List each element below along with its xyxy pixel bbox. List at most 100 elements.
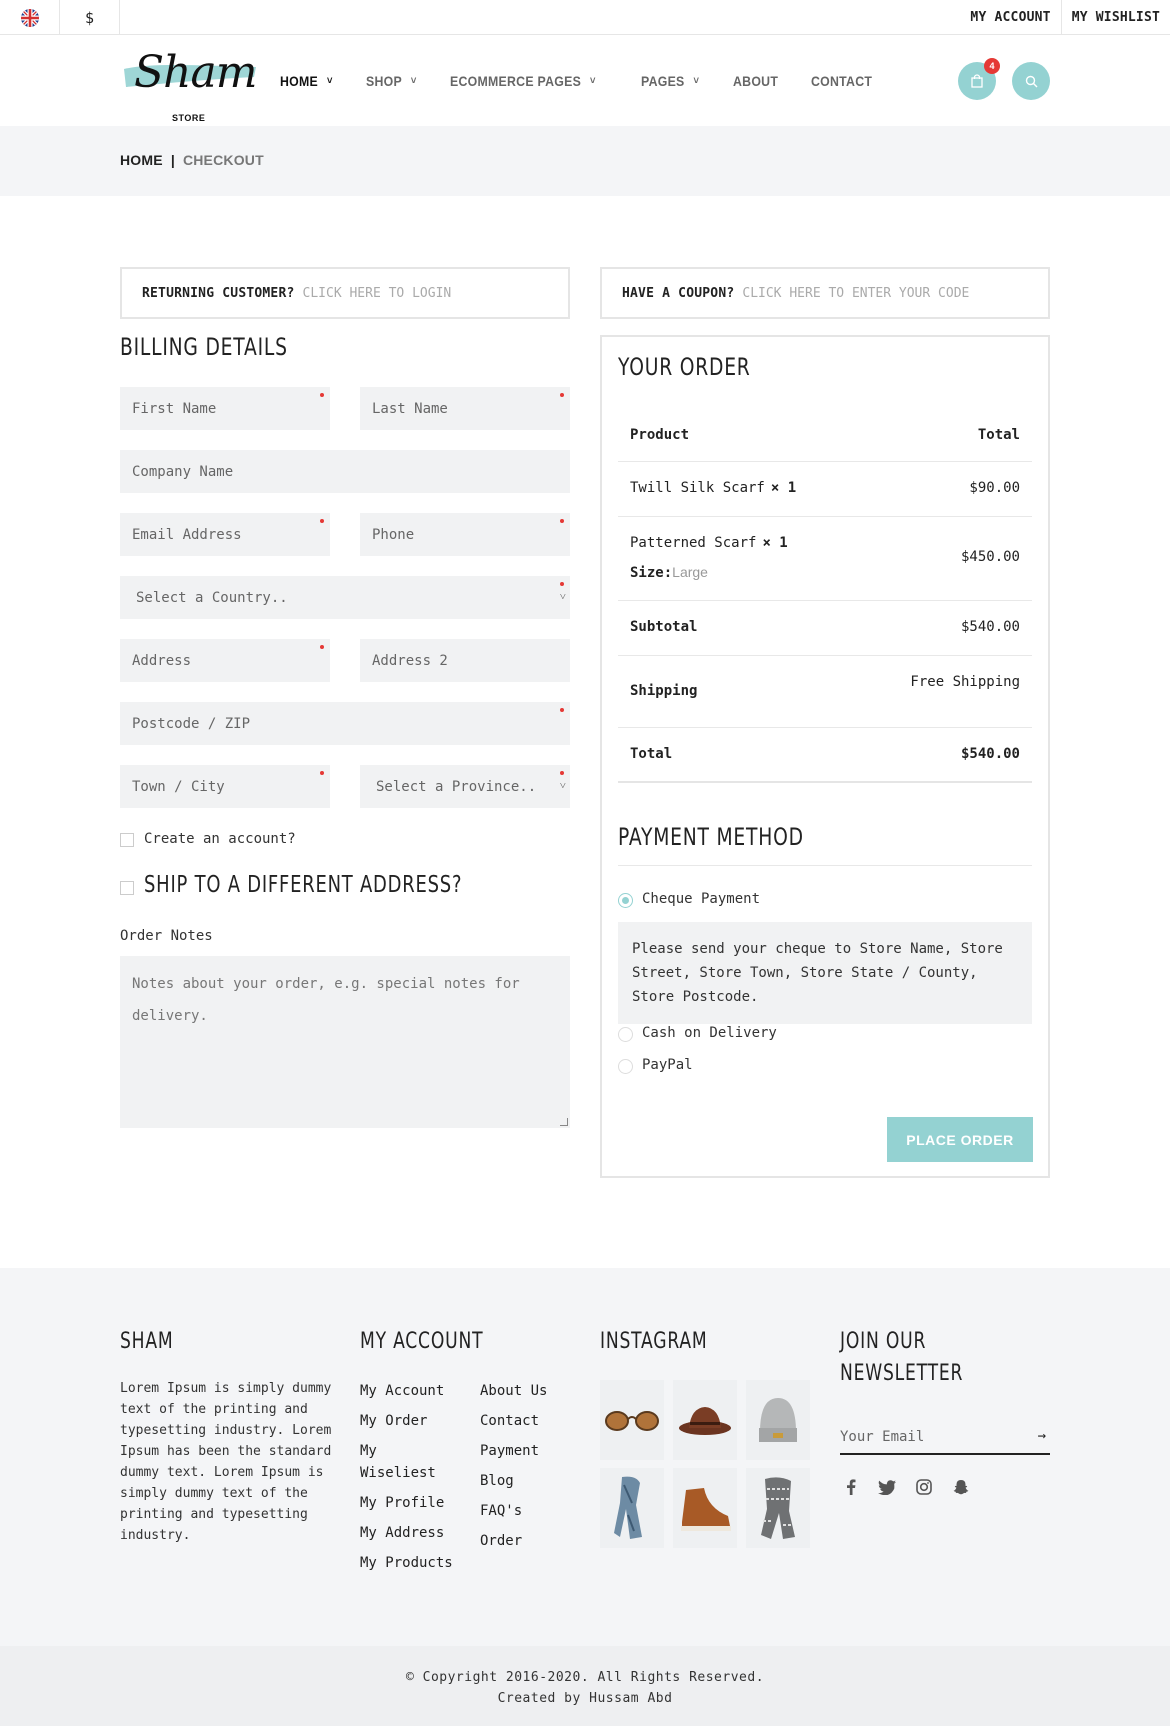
footer-link[interactable]: FAQ's	[480, 1496, 580, 1526]
cod-radio[interactable]	[618, 1027, 633, 1042]
ship-different-title: SHIP TO A DIFFERENT ADDRESS?	[144, 872, 463, 898]
paypal-label[interactable]: PayPal	[642, 1057, 693, 1073]
cheque-description: Please send your cheque to Store Name, S…	[618, 922, 1032, 1024]
instagram-photo-hat[interactable]	[673, 1380, 737, 1460]
shopping-bag-icon	[971, 74, 983, 88]
instagram-photo-beanie[interactable]	[746, 1380, 810, 1460]
patterned-scarf-icon	[761, 1477, 795, 1539]
breadcrumb-bar: HOME | CHECKOUT	[0, 126, 1170, 196]
footer-link[interactable]: My Products	[360, 1548, 460, 1578]
footer-link[interactable]: Order	[480, 1526, 580, 1556]
nav-pages-label: PAGES	[641, 72, 685, 89]
newsletter-placeholder: Your Email	[840, 1428, 925, 1445]
create-account-checkbox[interactable]	[120, 833, 134, 847]
company-placeholder: Company Name	[132, 463, 234, 480]
item-qty: × 1	[770, 480, 797, 496]
company-field[interactable]: Company Name	[120, 450, 570, 493]
twitter-icon[interactable]	[876, 1476, 898, 1498]
address-field[interactable]: Address	[120, 639, 330, 682]
postcode-placeholder: Postcode / ZIP	[132, 715, 251, 732]
item-total: $450.00	[960, 549, 1020, 565]
required-marker	[560, 771, 564, 775]
cheque-label[interactable]: Cheque Payment	[642, 891, 760, 907]
footer-link[interactable]: Contact	[480, 1406, 580, 1436]
item-qty: × 1	[762, 535, 788, 551]
footer-about-text: Lorem Ipsum is simply dummy text of the …	[120, 1381, 332, 1543]
order-notes-textarea[interactable]: Notes about your order, e.g. special not…	[120, 956, 570, 1128]
cart-button[interactable]: 4	[958, 58, 1000, 100]
nav-ecommerce-pages[interactable]: ECOMMERCE PAGES ˅	[450, 73, 596, 89]
phone-field[interactable]: Phone	[360, 513, 570, 556]
nav-about-label: ABOUT	[733, 72, 779, 89]
address-placeholder: Address	[132, 652, 192, 669]
email-field[interactable]: Email Address	[120, 513, 330, 556]
footer-link[interactable]: My Address	[360, 1518, 460, 1548]
town-field[interactable]: Town / City	[120, 765, 330, 808]
instagram-photo-shoe[interactable]	[673, 1468, 737, 1548]
instagram-photo-sunglasses[interactable]	[600, 1380, 664, 1460]
coupon-link[interactable]: CLICK HERE TO ENTER YOUR CODE	[742, 286, 969, 301]
instagram-icon[interactable]	[913, 1476, 935, 1498]
postcode-field[interactable]: Postcode / ZIP	[120, 702, 570, 745]
search-button[interactable]	[1012, 62, 1050, 100]
size-value: Large	[672, 564, 708, 580]
nav-contact[interactable]: CONTACT	[811, 73, 872, 89]
language-selector[interactable]	[0, 0, 60, 35]
footer-link[interactable]: My Profile	[360, 1488, 460, 1518]
col-product-header: Product	[630, 427, 690, 443]
paypal-radio[interactable]	[618, 1059, 633, 1074]
province-select[interactable]: Select a Province.. ˅	[360, 765, 570, 808]
footer-link[interactable]: My Wiseliest	[360, 1436, 460, 1488]
arrow-right-icon[interactable]: →	[1038, 1428, 1046, 1444]
cheque-radio[interactable]	[618, 893, 633, 908]
breadcrumb-home[interactable]: HOME	[120, 152, 163, 168]
billing-title: BILLING DETAILS	[120, 333, 288, 361]
address2-field[interactable]: Address 2	[360, 639, 570, 682]
footer-link[interactable]: About Us	[480, 1376, 580, 1406]
item-name: Twill Silk Scarf	[630, 480, 765, 496]
last-name-field[interactable]: Last Name	[360, 387, 570, 430]
nav-about[interactable]: ABOUT	[733, 73, 778, 89]
snapchat-icon[interactable]	[950, 1476, 972, 1498]
required-marker	[560, 519, 564, 523]
nav-home[interactable]: HOME ˅	[280, 73, 333, 89]
place-order-button[interactable]: PLACE ORDER	[887, 1117, 1033, 1162]
footer-link[interactable]: My Order	[360, 1406, 460, 1436]
shoe-icon	[681, 1488, 731, 1531]
newsletter-title-line2: NEWSLETTER	[840, 1361, 964, 1386]
sunglasses-icon	[605, 1411, 659, 1431]
facebook-icon[interactable]	[840, 1476, 862, 1498]
order-item-row: Twill Silk Scarf × 1 $90.00	[618, 462, 1032, 517]
order-title: YOUR ORDER	[618, 353, 751, 381]
nav-pages[interactable]: PAGES ˅	[641, 73, 699, 89]
resize-handle[interactable]	[560, 1118, 568, 1126]
newsletter-email-input[interactable]: Your Email →	[840, 1420, 1050, 1455]
footer-account-links: My Account My Order My Wiseliest My Prof…	[360, 1376, 460, 1578]
subtotal-value: $540.00	[960, 619, 1020, 635]
instagram-photo-patterned-scarf[interactable]	[746, 1468, 810, 1548]
country-select[interactable]: Select a Country.. ˅	[120, 576, 570, 619]
ship-different-checkbox[interactable]	[120, 881, 134, 895]
instagram-photo-scarf[interactable]	[600, 1468, 664, 1548]
logo[interactable]: Sham STORE	[120, 45, 260, 123]
footer-link[interactable]: Payment	[480, 1436, 580, 1466]
order-notes-label: Order Notes	[120, 928, 213, 944]
nav-shop[interactable]: SHOP ˅	[366, 73, 417, 89]
coupon-notice: HAVE A COUPON? CLICK HERE TO ENTER YOUR …	[600, 267, 1050, 319]
footer-newsletter-title: JOIN OUR NEWSLETTER	[840, 1326, 963, 1390]
item-total: $90.00	[969, 480, 1020, 496]
col-total-header: Total	[977, 427, 1020, 443]
footer-link[interactable]: Blog	[480, 1466, 580, 1496]
currency-selector[interactable]: $	[60, 0, 120, 35]
order-summary: YOUR ORDER Product Total Twill Silk Scar…	[600, 335, 1050, 1178]
order-header-row: Product Total	[618, 407, 1032, 462]
total-value: $540.00	[960, 746, 1020, 762]
cod-label[interactable]: Cash on Delivery	[642, 1025, 777, 1041]
login-link[interactable]: CLICK HERE TO LOGIN	[303, 286, 452, 301]
site-footer: SHAM Lorem Ipsum is simply dummy text of…	[0, 1268, 1170, 1646]
my-account-link[interactable]: MY ACCOUNT	[960, 0, 1060, 35]
breadcrumb-separator: |	[170, 152, 175, 168]
my-wishlist-link[interactable]: MY WISHLIST	[1060, 0, 1170, 35]
first-name-field[interactable]: First Name	[120, 387, 330, 430]
footer-link[interactable]: My Account	[360, 1376, 460, 1406]
